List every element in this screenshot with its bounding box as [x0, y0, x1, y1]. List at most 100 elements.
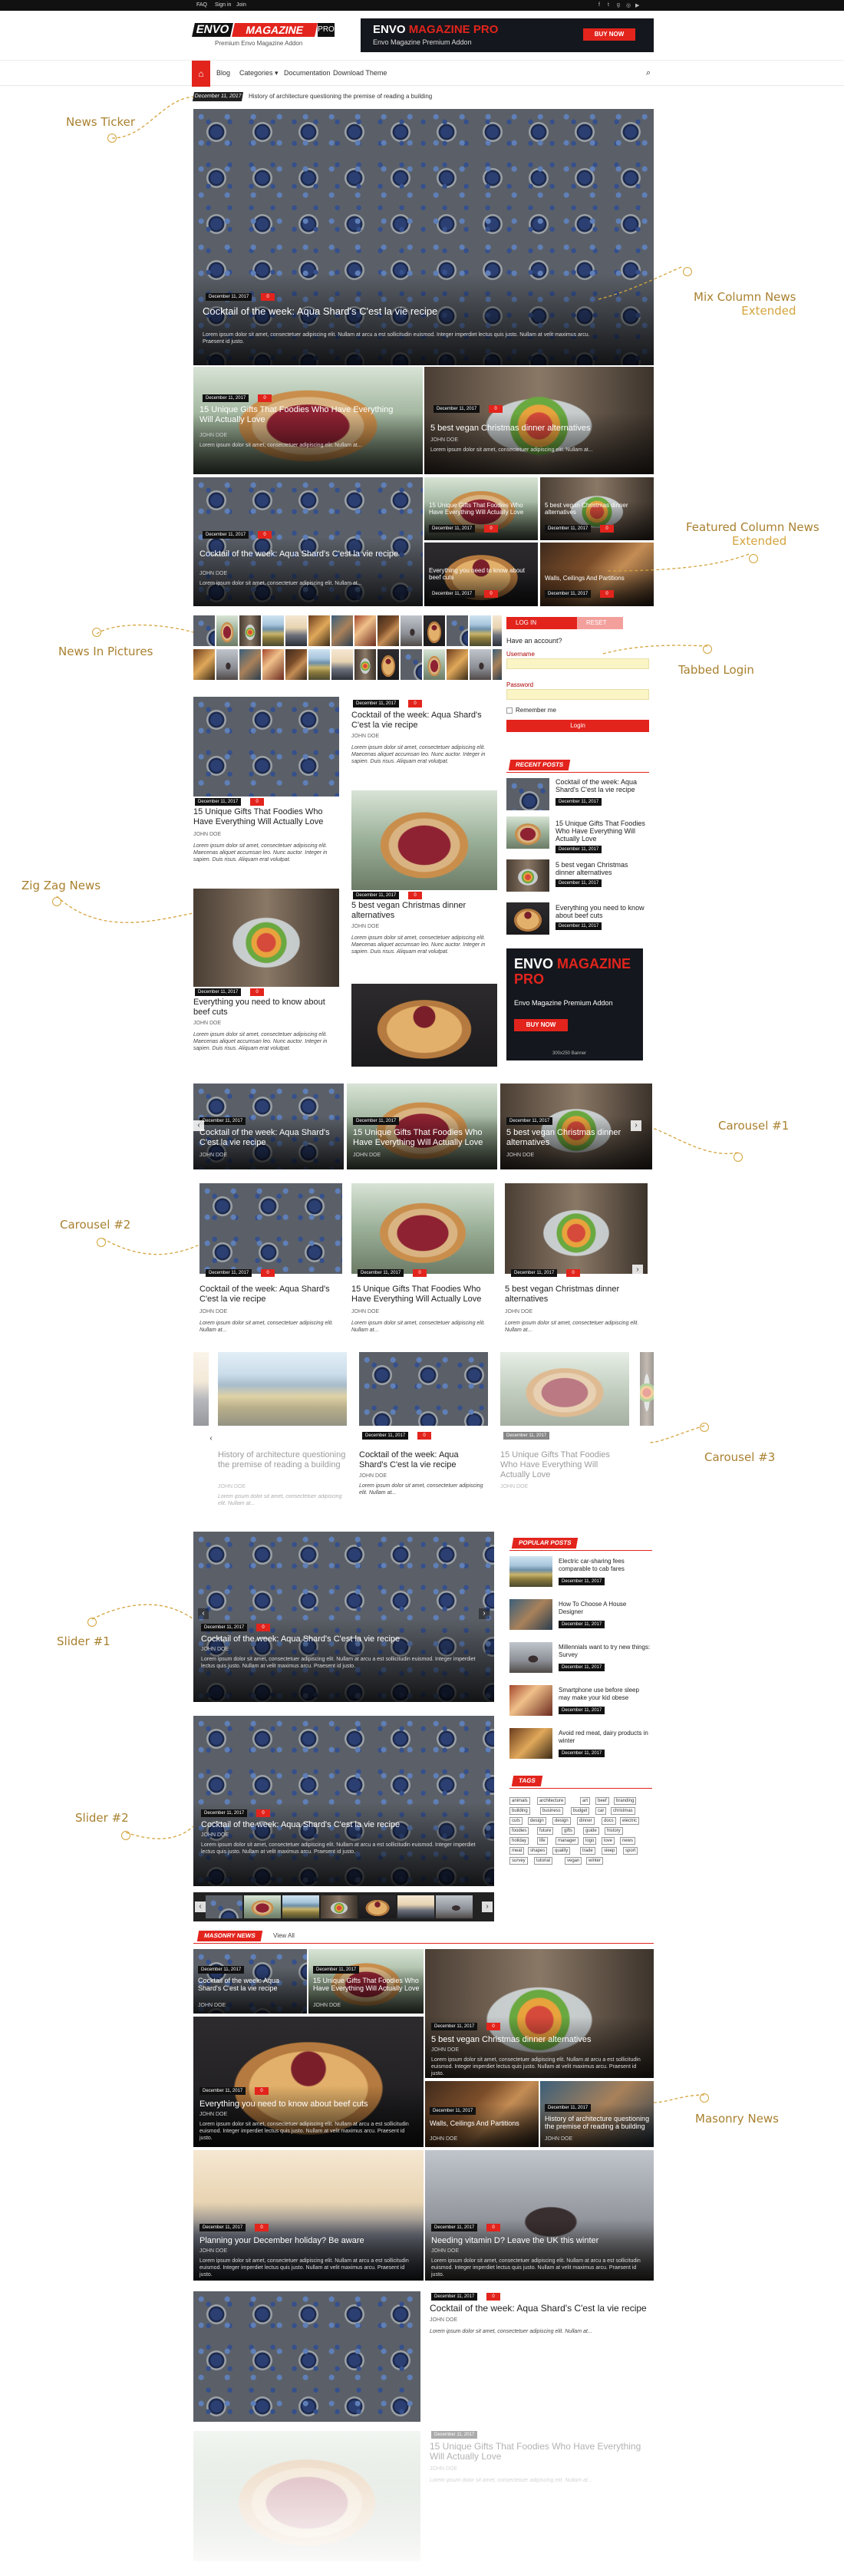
masonry-card-4[interactable]: December 11, 2017 0 Everything you need …: [193, 2017, 424, 2147]
tag-holiday[interactable]: holiday: [509, 1837, 529, 1845]
recent-title[interactable]: 15 Unique Gifts That Foodies Who Have Ev…: [556, 820, 648, 843]
post-title[interactable]: Cocktail of the week: Aqua Shard's C'est…: [203, 305, 437, 317]
tag-business[interactable]: business: [540, 1807, 563, 1815]
slider-thumb[interactable]: [321, 1895, 358, 1918]
tag-life[interactable]: life: [537, 1837, 548, 1845]
picture-thumb[interactable]: [377, 649, 399, 680]
post-title[interactable]: Cocktail of the week: Aqua Shard's C'est…: [201, 1634, 477, 1644]
slider-thumb[interactable]: [244, 1895, 281, 1918]
picture-thumb[interactable]: [285, 649, 307, 680]
tag-design[interactable]: design: [528, 1817, 546, 1825]
recent-title[interactable]: Cocktail of the week: Aqua Shard's C'est…: [556, 778, 648, 793]
mix-hero-card[interactable]: December 11, 2017 0 Cocktail of the week…: [193, 109, 654, 365]
recent-thumb[interactable]: [506, 778, 549, 810]
post-title[interactable]: 15 Unique Gifts That Foodies Who Have Ev…: [313, 1977, 420, 1992]
zigzag-image-4[interactable]: [351, 984, 497, 1067]
post-author[interactable]: JOHN DOE: [506, 1153, 534, 1158]
picture-thumb[interactable]: [193, 649, 215, 680]
list-image-1[interactable]: [193, 2291, 420, 2422]
signin-link[interactable]: Sign in: [215, 2, 231, 8]
login-button[interactable]: Login: [506, 720, 649, 732]
nav-item-categories[interactable]: Categories ▾: [239, 69, 279, 78]
post-author[interactable]: JOHN DOE: [505, 1309, 532, 1314]
ad-buy-button[interactable]: BUY NOW: [514, 1019, 568, 1031]
tag-sport[interactable]: sport: [623, 1847, 638, 1855]
popular-title[interactable]: Millennials want to try new things: Surv…: [559, 1644, 651, 1659]
nav-item-download-theme[interactable]: Download Theme: [333, 69, 387, 77]
slider-thumb[interactable]: [282, 1895, 319, 1918]
post-title[interactable]: Cocktail of the week: Aqua Shard's C'est…: [199, 1128, 338, 1148]
picture-thumb[interactable]: [262, 615, 284, 646]
post-author[interactable]: JOHN DOE: [430, 2317, 457, 2323]
post-author[interactable]: JOHN DOE: [201, 1832, 229, 1838]
post-title[interactable]: 15 Unique Gifts That Foodies Who Have Ev…: [429, 502, 535, 516]
post-author[interactable]: JOHN DOE: [199, 1309, 227, 1314]
sidebar-ad-banner[interactable]: ENVO MAGAZINE PRO Envo Magazine Premium A…: [506, 948, 643, 1060]
tag-architecture[interactable]: architecture: [537, 1797, 566, 1805]
post-author[interactable]: JOHN DOE: [199, 1153, 227, 1158]
post-author[interactable]: JOHN DOE: [199, 2112, 227, 2117]
carousel2-next-arrow[interactable]: ›: [632, 1265, 643, 1275]
ticker-headline[interactable]: History of architecture questioning the …: [249, 93, 432, 100]
post-title[interactable]: 5 best vegan Christmas dinner alternativ…: [545, 502, 651, 516]
popular-thumb[interactable]: [509, 1728, 552, 1759]
tag-sleep[interactable]: sleep: [602, 1847, 618, 1855]
post-author[interactable]: JOHN DOE: [201, 1647, 229, 1652]
post-author[interactable]: JOHN DOE: [218, 1484, 246, 1489]
zigzag-image-3[interactable]: [193, 889, 339, 987]
zigzag-image-1[interactable]: [193, 697, 339, 797]
list-title-1[interactable]: Cocktail of the week: Aqua Shard's C'est…: [430, 2304, 652, 2314]
popular-thumb[interactable]: [509, 1556, 552, 1587]
banner-buy-button[interactable]: BUY NOW: [583, 28, 635, 41]
post-title[interactable]: Cocktail of the week: Aqua Shard's C'est…: [201, 1820, 477, 1830]
zigzag-image-2[interactable]: [351, 790, 497, 890]
tag-vegan[interactable]: vegan: [565, 1857, 582, 1865]
post-author[interactable]: JOHN DOE: [359, 1473, 387, 1479]
carousel1-card-1[interactable]: December 11, 2017 Cocktail of the week: …: [193, 1084, 344, 1169]
carousel2-title-1[interactable]: Cocktail of the week: Aqua Shard's C'est…: [199, 1285, 342, 1304]
picture-thumb[interactable]: [239, 615, 261, 646]
carousel1-card-3[interactable]: December 11, 2017 5 best vegan Christmas…: [500, 1084, 652, 1169]
site-logo[interactable]: ENVO MAGAZINE PRO Premium Envo Magazine …: [192, 21, 336, 52]
picture-thumb[interactable]: [470, 615, 491, 646]
password-input[interactable]: [506, 689, 649, 700]
picture-thumb[interactable]: [331, 649, 353, 680]
tag-building[interactable]: building: [509, 1807, 530, 1815]
join-link[interactable]: Join: [236, 2, 246, 8]
tag-guide[interactable]: guide: [583, 1827, 599, 1835]
popular-thumb[interactable]: [509, 1685, 552, 1716]
picture-thumb[interactable]: [401, 649, 422, 680]
zigzag-title-3[interactable]: 5 best vegan Christmas dinner alternativ…: [351, 901, 497, 921]
recent-title[interactable]: 5 best vegan Christmas dinner alternativ…: [556, 861, 648, 876]
masonry-card-2[interactable]: December 11, 2017 15 Unique Gifts That F…: [308, 1949, 424, 2014]
slider-thumb[interactable]: [206, 1895, 242, 1918]
slider-thumb[interactable]: [436, 1895, 473, 1918]
nav-item-documentation[interactable]: Documentation: [284, 69, 331, 77]
slider1-slide[interactable]: December 11, 2017 0 Cocktail of the week…: [193, 1532, 494, 1702]
tag-car[interactable]: car: [595, 1807, 607, 1815]
picture-thumb[interactable]: [470, 649, 491, 680]
picture-thumb[interactable]: [239, 649, 261, 680]
carousel3-image-3[interactable]: [500, 1352, 629, 1426]
zigzag-title-1[interactable]: Cocktail of the week: Aqua Shard's C'est…: [351, 711, 497, 731]
post-title[interactable]: 15 Unique Gifts That Foodies Who Have Ev…: [353, 1128, 491, 1148]
picture-thumb[interactable]: [424, 615, 445, 646]
tag-winter[interactable]: winter: [586, 1857, 604, 1865]
carousel1-prev-arrow[interactable]: ‹: [193, 1120, 204, 1131]
post-title[interactable]: Everything you need to know about beef c…: [429, 567, 535, 581]
slider2-slide[interactable]: December 11, 2017 0 Cocktail of the week…: [193, 1716, 494, 1886]
recent-thumb[interactable]: [506, 902, 549, 935]
faq-link[interactable]: FAQ: [196, 2, 207, 8]
post-author[interactable]: JOHN DOE: [351, 924, 379, 929]
masonry-card-8[interactable]: December 11, 2017 0 Needing vitamin D? L…: [425, 2150, 654, 2281]
tag-tutorial[interactable]: tutorial: [534, 1857, 553, 1865]
tag-animals[interactable]: animals: [509, 1797, 530, 1805]
zigzag-title-4[interactable]: Everything you need to know about beef c…: [193, 998, 339, 1018]
search-icon[interactable]: ⌕: [646, 68, 651, 78]
post-author[interactable]: JOHN DOE: [351, 734, 379, 739]
slider2-next-arrow[interactable]: ›: [482, 1901, 493, 1912]
username-input[interactable]: [506, 658, 649, 669]
post-title[interactable]: Planning your December holiday? Be aware: [199, 2236, 414, 2246]
post-author[interactable]: JOHN DOE: [199, 433, 227, 438]
tag-future[interactable]: future: [537, 1827, 554, 1835]
